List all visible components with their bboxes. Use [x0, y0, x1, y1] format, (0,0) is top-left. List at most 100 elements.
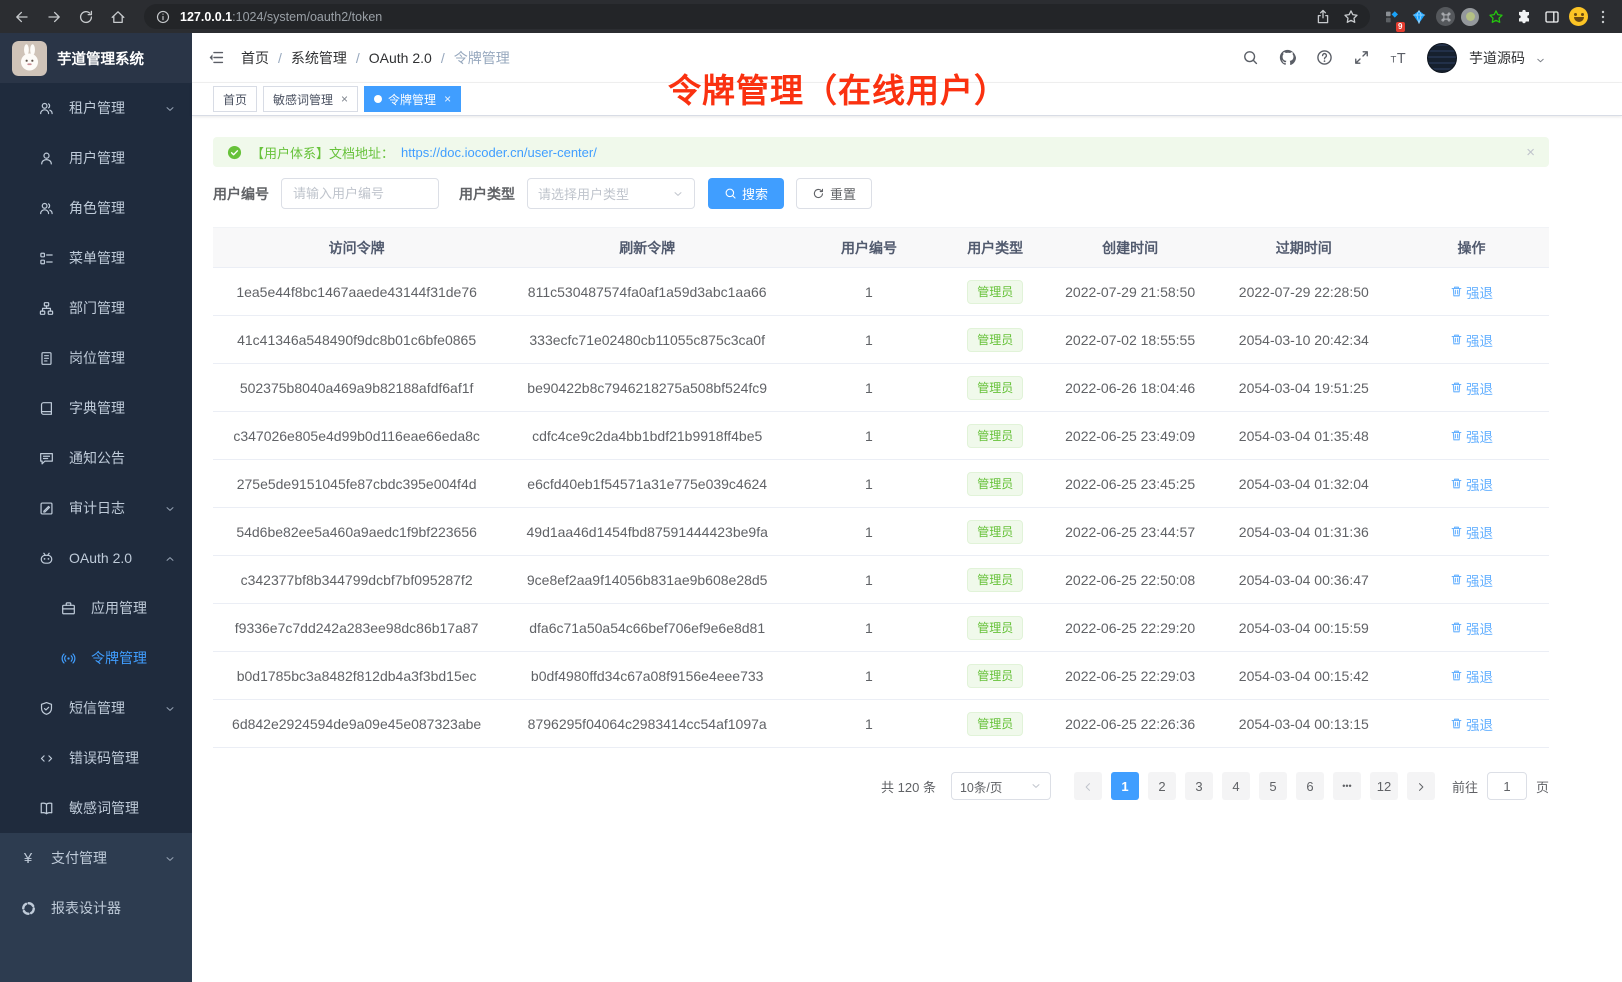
prev-page-button[interactable]: [1074, 772, 1102, 800]
gem-extension-icon[interactable]: [1408, 4, 1430, 30]
notice-icon: [38, 451, 54, 466]
expire-time-cell: 2054-03-04 00:13:15: [1214, 700, 1394, 748]
sidebar-item-robot[interactable]: OAuth 2.0: [0, 533, 192, 583]
page-button-4[interactable]: 4: [1222, 772, 1250, 800]
access-token-cell: c342377bf8b344799dcbf7bf095287f2: [213, 556, 500, 604]
access-token-cell: 1ea5e44f8bc1467aaede43144f31de76: [213, 268, 500, 316]
tab-close-icon[interactable]: ×: [341, 92, 348, 106]
browser-reload-icon[interactable]: [72, 4, 100, 30]
user-type-badge: 管理员: [967, 376, 1023, 400]
page-button-3[interactable]: 3: [1185, 772, 1213, 800]
sidebar-item-users[interactable]: 角色管理: [0, 183, 192, 233]
browser-back-icon[interactable]: [8, 4, 36, 30]
access-token-cell: 502375b8040a469a9b82188afdf6af1f: [213, 364, 500, 412]
user-type-select[interactable]: 请选择用户类型: [527, 178, 695, 209]
site-info-icon[interactable]: [152, 4, 174, 30]
sidebar-item-post[interactable]: 岗位管理: [0, 333, 192, 383]
shield-icon: [38, 701, 54, 716]
sidebar-item-user[interactable]: 用户管理: [0, 133, 192, 183]
help-icon[interactable]: [1316, 49, 1333, 66]
address-bar[interactable]: 127.0.0.1:1024/system/oauth2/token: [144, 4, 1370, 29]
page-button-2[interactable]: 2: [1148, 772, 1176, 800]
view-tab[interactable]: 敏感词管理×: [263, 86, 358, 112]
fullscreen-icon[interactable]: [1353, 49, 1370, 66]
app-logo[interactable]: 芋道管理系统: [0, 33, 192, 83]
sidebar-item-book[interactable]: 敏感词管理: [0, 783, 192, 833]
page-button-1[interactable]: 1: [1111, 772, 1139, 800]
sidebar-item-dict[interactable]: 字典管理: [0, 383, 192, 433]
header-search-icon[interactable]: [1242, 49, 1259, 66]
logo-avatar: [12, 41, 47, 76]
share-icon[interactable]: [1312, 4, 1334, 30]
star-extension-icon[interactable]: [1485, 4, 1507, 30]
sidebar-item-report[interactable]: 报表设计器: [0, 883, 192, 933]
command-extension-icon[interactable]: [1436, 7, 1455, 26]
user-id-input[interactable]: [281, 178, 439, 209]
sidebar-item-users[interactable]: 租户管理: [0, 83, 192, 133]
sidebar-item-shield[interactable]: 短信管理: [0, 683, 192, 733]
tab-close-icon[interactable]: ×: [444, 92, 451, 106]
page-button-6[interactable]: 6: [1296, 772, 1324, 800]
force-logout-button[interactable]: 强退: [1450, 522, 1493, 542]
force-logout-button[interactable]: 强退: [1450, 714, 1493, 734]
actions-cell: 强退: [1394, 508, 1549, 556]
view-tab[interactable]: 首页: [213, 86, 257, 112]
goto-label: 前往: [1452, 777, 1478, 796]
breadcrumb-item[interactable]: OAuth 2.0: [369, 50, 432, 66]
user-id-cell: 1: [794, 460, 944, 508]
browser-forward-icon[interactable]: [40, 4, 68, 30]
profile-avatar-icon[interactable]: [1569, 7, 1588, 26]
sidebar-item-audit[interactable]: 审计日志: [0, 483, 192, 533]
sidebar-item-org[interactable]: 部门管理: [0, 283, 192, 333]
sidebar-item-app[interactable]: 应用管理: [0, 583, 192, 633]
page-button-5[interactable]: 5: [1259, 772, 1287, 800]
username[interactable]: 芋道源码: [1469, 48, 1525, 68]
page-button-12[interactable]: 12: [1370, 772, 1398, 800]
goto-page-input[interactable]: [1487, 772, 1527, 800]
github-icon[interactable]: [1279, 49, 1296, 66]
extensions-puzzle-icon[interactable]: [1513, 4, 1535, 30]
alert-link[interactable]: https://doc.iocoder.cn/user-center/: [401, 145, 597, 160]
alert-close-icon[interactable]: ×: [1526, 144, 1535, 161]
record-extension-icon[interactable]: [1461, 8, 1479, 26]
user-avatar[interactable]: [1427, 43, 1457, 73]
sidebar-item-label: 错误码管理: [69, 748, 139, 768]
force-logout-button[interactable]: 强退: [1450, 618, 1493, 638]
force-logout-label: 强退: [1466, 522, 1493, 542]
next-page-button[interactable]: [1407, 772, 1435, 800]
force-logout-button[interactable]: 强退: [1450, 378, 1493, 398]
force-logout-button[interactable]: 强退: [1450, 426, 1493, 446]
user-menu-caret-icon[interactable]: [1535, 55, 1546, 66]
view-tab[interactable]: 令牌管理×: [364, 86, 461, 112]
user-type-cell: 管理员: [944, 700, 1047, 748]
force-logout-button[interactable]: 强退: [1450, 666, 1493, 686]
force-logout-button[interactable]: 强退: [1450, 330, 1493, 350]
sidebar-item-code[interactable]: 错误码管理: [0, 733, 192, 783]
breadcrumb-item[interactable]: 系统管理: [291, 48, 347, 68]
side-panel-icon[interactable]: [1541, 4, 1563, 30]
sidebar-item-menu[interactable]: 菜单管理: [0, 233, 192, 283]
user-type-badge: 管理员: [967, 328, 1023, 352]
sidebar-item-label: 通知公告: [69, 448, 125, 468]
search-button[interactable]: 搜索: [708, 178, 784, 209]
sidebar-toggle-icon[interactable]: [208, 49, 225, 66]
browser-menu-icon[interactable]: [1594, 4, 1612, 30]
force-logout-button[interactable]: 强退: [1450, 570, 1493, 590]
actions-cell: 强退: [1394, 556, 1549, 604]
reset-button[interactable]: 重置: [796, 178, 872, 209]
browser-home-icon[interactable]: [104, 4, 132, 30]
page-ellipsis[interactable]: •••: [1333, 772, 1361, 800]
column-header: 访问令牌: [213, 228, 500, 268]
bookmark-star-icon[interactable]: [1340, 4, 1362, 30]
font-size-icon[interactable]: TT: [1390, 49, 1407, 66]
extension-manager-icon[interactable]: 9: [1382, 4, 1402, 30]
force-logout-button[interactable]: 强退: [1450, 282, 1493, 302]
breadcrumb-item[interactable]: 首页: [241, 48, 269, 68]
force-logout-label: 强退: [1466, 618, 1493, 638]
page-size-select[interactable]: 10条/页: [951, 772, 1051, 800]
force-logout-button[interactable]: 强退: [1450, 474, 1493, 494]
sidebar-item-notice[interactable]: 通知公告: [0, 433, 192, 483]
user-type-badge: 管理员: [967, 616, 1023, 640]
sidebar-item-token[interactable]: 令牌管理: [0, 633, 192, 683]
sidebar-item-yen[interactable]: ¥支付管理: [0, 833, 192, 883]
